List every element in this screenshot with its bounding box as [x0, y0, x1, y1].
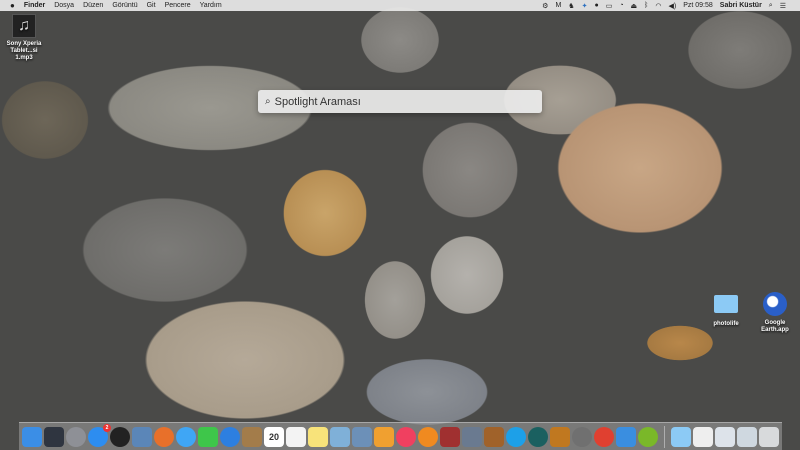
search-icon: ⌕ [265, 96, 271, 107]
calendar-day: 20 [268, 431, 279, 442]
trash-dock-icon[interactable] [759, 426, 779, 447]
cat-app-dock-icon[interactable] [550, 426, 570, 447]
iphoto-dock-icon[interactable] [352, 426, 372, 447]
menu-git[interactable]: Git [147, 2, 156, 9]
evernote-icon[interactable]: ♞ [568, 2, 574, 10]
desktop-item-label: Google [764, 320, 786, 326]
screenshots-2-dock-icon[interactable] [737, 426, 757, 447]
spotlight-input[interactable]: Spotlight Araması [275, 96, 361, 108]
screenshots-dock-icon[interactable] [715, 426, 735, 447]
folder-icon [714, 295, 738, 313]
wifi-icon[interactable]: ◠ [655, 2, 661, 10]
safari-dock-icon[interactable] [220, 426, 240, 447]
music-file-icon: ♫ [12, 14, 36, 38]
dashboard-dock-icon[interactable] [110, 426, 130, 447]
twitter-dock-icon[interactable] [616, 426, 636, 447]
calendar-dock-icon[interactable]: 20 [264, 426, 284, 447]
menu-finder[interactable]: Finder [24, 2, 45, 9]
spotify-dock-icon[interactable] [638, 426, 658, 447]
dock-separator [664, 425, 665, 448]
skype-dock-icon[interactable] [506, 426, 526, 447]
menu-duzen[interactable]: Düzen [83, 2, 103, 9]
spotlight-search[interactable]: ⌕ Spotlight Araması [258, 90, 542, 113]
preview-dock-icon[interactable] [132, 426, 152, 447]
aperture-dock-icon[interactable] [462, 426, 482, 447]
apple-menu-icon[interactable]: ● [10, 1, 15, 10]
maps-dock-icon[interactable] [330, 426, 350, 447]
contacts-dock-icon[interactable] [242, 426, 262, 447]
notification-badge: 2 [103, 423, 111, 432]
volume-icon[interactable]: ◀) [668, 2, 676, 10]
status-circle-icon[interactable]: ● [594, 2, 598, 9]
status-mail-icon[interactable]: M [555, 2, 561, 9]
bluetooth-icon[interactable]: ᛒ [644, 2, 648, 9]
itunes-dock-icon[interactable] [396, 426, 416, 447]
menu-yardim[interactable]: Yardım [200, 2, 222, 9]
twitter-status-icon[interactable]: ✦ [582, 2, 588, 10]
notes-dock-icon[interactable] [308, 426, 328, 447]
menu-goruntu[interactable]: Görüntü [112, 2, 137, 9]
user-name[interactable]: Sabri Küstür [720, 2, 762, 9]
facetime-dock-icon[interactable] [198, 426, 218, 447]
photo-booth-dock-icon[interactable] [440, 426, 460, 447]
spotlight-icon[interactable]: ⌕ [769, 2, 773, 10]
app-store-dock-icon[interactable]: 2 [88, 423, 111, 447]
google-earth-icon [763, 292, 787, 316]
menu-bar: ● Finder Dosya Düzen Görüntü Git Pencere… [0, 0, 800, 11]
desktop-item-label: photolife [713, 321, 739, 327]
status-app-icon[interactable]: ⚙ [542, 2, 548, 10]
menu-dosya[interactable]: Dosya [54, 2, 74, 9]
pages-dock-icon[interactable] [374, 426, 394, 447]
folder-dock-icon[interactable] [671, 426, 691, 447]
notification-center-icon[interactable]: ☰ [780, 2, 786, 10]
time-machine-dock-icon[interactable] [528, 426, 548, 447]
desktop-item-photolife[interactable]: photolife [706, 295, 746, 328]
system-preferences-dock-icon[interactable] [572, 426, 592, 447]
display-icon[interactable]: ▭ [606, 2, 613, 10]
time-machine-icon[interactable]: ◔ [619, 2, 623, 9]
menu-pencere[interactable]: Pencere [165, 2, 191, 9]
garageband-dock-icon[interactable] [484, 426, 504, 447]
messages-dock-icon[interactable] [176, 426, 196, 447]
desktop-item-label: Tablet...si 1.mp3 [10, 48, 38, 61]
finder-dock-icon[interactable] [22, 426, 42, 447]
chrome-dock-icon[interactable] [594, 426, 614, 447]
clock[interactable]: Pzt 09:58 [683, 2, 713, 9]
desktop-item-mp3[interactable]: ♫ Sony Xperia Tablet...si 1.mp3 [2, 14, 46, 62]
document-dock-icon[interactable] [693, 426, 713, 447]
firefox-dock-icon[interactable] [154, 426, 174, 447]
desktop-item-label: Sony Xperia [6, 41, 42, 47]
ibooks-dock-icon[interactable] [418, 426, 438, 447]
launchpad-dock-icon[interactable] [66, 426, 86, 447]
desktop-item-label: Earth.app [761, 327, 789, 333]
mission-control-dock-icon[interactable] [44, 426, 64, 447]
eject-icon[interactable]: ⏏ [631, 2, 638, 10]
reminders-dock-icon[interactable] [286, 426, 306, 447]
desktop-item-google-earth[interactable]: Google Earth.app [754, 292, 796, 334]
dock: 2 20 [19, 422, 782, 450]
